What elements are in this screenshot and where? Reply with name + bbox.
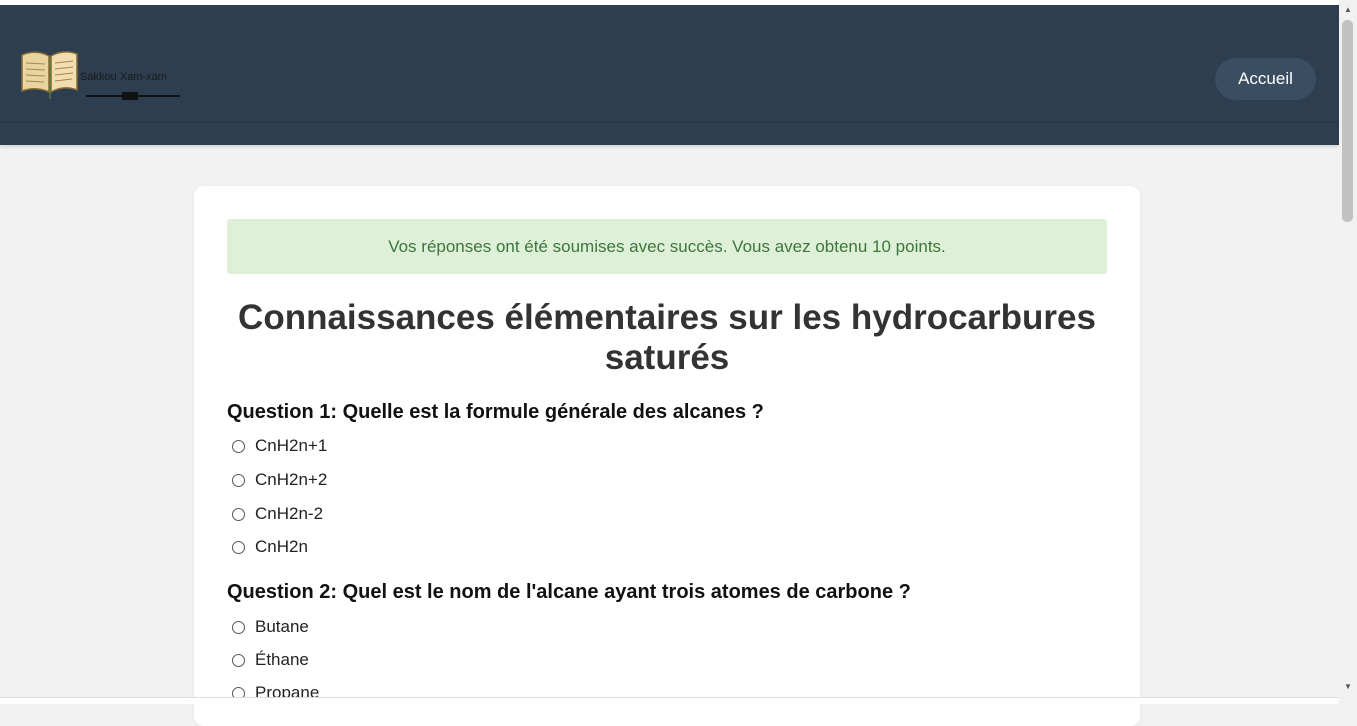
logo-underline-block <box>122 92 138 100</box>
brand-name: Sakkou Xam-xam <box>80 71 167 83</box>
open-book-icon <box>21 51 78 99</box>
radio-button-icon[interactable] <box>232 653 245 667</box>
question-1-option-1[interactable]: CnH2n+1 <box>232 435 327 457</box>
success-alert: Vos réponses ont été soumises avec succè… <box>227 219 1107 274</box>
scroll-up-icon[interactable]: ▲ <box>1339 3 1357 17</box>
home-nav-button[interactable]: Accueil <box>1215 58 1316 100</box>
option-label: CnH2n+2 <box>255 470 328 489</box>
question-2-option-2[interactable]: Éthane <box>232 649 309 671</box>
radio-button-icon[interactable] <box>232 620 245 634</box>
question-1-text: Question 1: Quelle est la formule généra… <box>227 401 764 423</box>
option-label: Butane <box>255 617 309 636</box>
radio-button-icon[interactable] <box>232 473 245 487</box>
question-2-text: Question 2: Quel est le nom de l'alcane … <box>227 581 911 603</box>
site-header: Sakkou Xam-xam Accueil <box>0 5 1339 122</box>
option-label: Éthane <box>255 650 309 669</box>
scrollbar-thumb[interactable] <box>1342 20 1353 222</box>
question-2-option-1[interactable]: Butane <box>232 616 309 638</box>
question-1-option-2[interactable]: CnH2n+2 <box>232 469 327 491</box>
page-scrollbar[interactable]: ▲ ▼ <box>1339 0 1357 703</box>
site-logo[interactable]: Sakkou Xam-xam <box>20 49 190 103</box>
option-label: CnH2n <box>255 537 308 556</box>
question-1-option-4[interactable]: CnH2n <box>232 536 308 558</box>
radio-button-icon[interactable] <box>232 439 245 453</box>
scroll-down-icon[interactable]: ▼ <box>1339 680 1357 694</box>
radio-button-icon[interactable] <box>232 507 245 521</box>
quiz-card: Vos réponses ont été soumises avec succè… <box>194 186 1140 726</box>
option-label: CnH2n-2 <box>255 504 324 523</box>
question-1-option-3[interactable]: CnH2n-2 <box>232 503 323 525</box>
option-label: CnH2n+1 <box>255 436 328 455</box>
quiz-title: Connaissances élémentaires sur les hydro… <box>238 298 1096 377</box>
header-bottom-band <box>0 122 1339 145</box>
radio-button-icon[interactable] <box>232 540 245 554</box>
